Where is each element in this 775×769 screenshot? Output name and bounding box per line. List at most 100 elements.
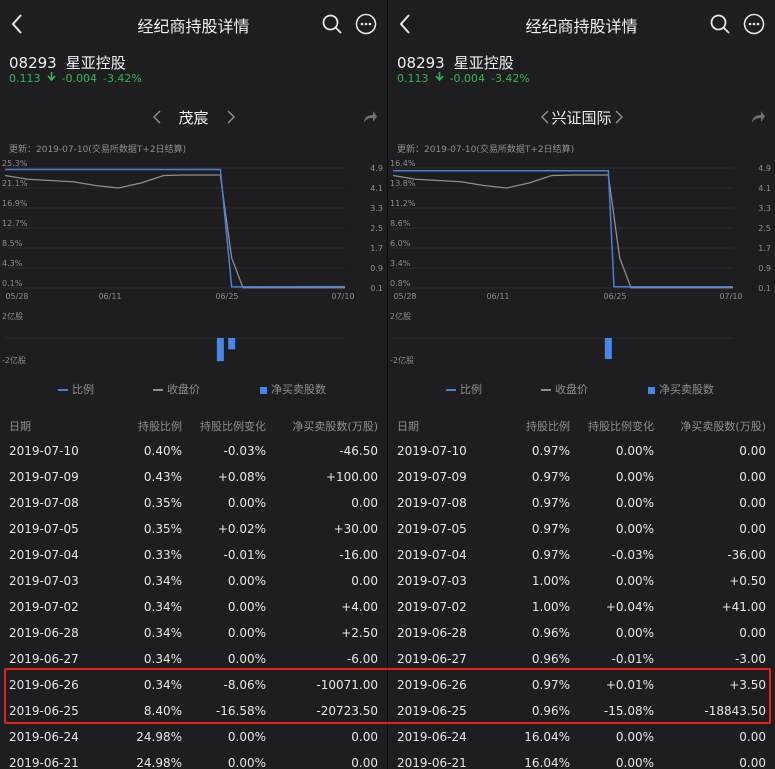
y-right-tick: 3.3 <box>758 204 771 213</box>
y-left-tick: 0.8% <box>390 279 411 288</box>
table-row[interactable]: 2019-07-05 0.35% +0.02% +30.00 <box>0 516 387 542</box>
row-ratio: 16.04% <box>524 756 570 769</box>
arrow-down-icon <box>434 72 444 82</box>
legend-close-label: 收盘价 <box>167 383 200 396</box>
y-left-tick: 8.6% <box>390 219 411 228</box>
row-ratio: 0.34% <box>143 652 182 666</box>
chevron-right-icon[interactable] <box>612 108 626 126</box>
table-row[interactable]: 2019-07-03 1.00% 0.00% +0.50 <box>388 568 775 594</box>
row-ratio: 1.00% <box>531 574 570 588</box>
share-icon[interactable] <box>362 109 378 125</box>
series-close-line <box>392 174 733 289</box>
row-date: 2019-07-03 <box>9 574 79 588</box>
y-right-tick: 0.9 <box>758 264 771 273</box>
y-right-tick: 4.9 <box>758 164 771 173</box>
table-row[interactable]: 2019-07-05 0.97% 0.00% 0.00 <box>388 516 775 542</box>
row-ratio: 0.96% <box>531 652 570 666</box>
x-tick: 06/25 <box>215 292 238 301</box>
row-ratio-change: 0.00% <box>615 626 654 640</box>
table-row[interactable]: 2019-06-28 0.96% 0.00% 0.00 <box>388 620 775 646</box>
row-ratio: 0.35% <box>143 496 182 510</box>
row-net-shares: 0.00 <box>739 522 766 536</box>
broker-panel-left: 经纪商持股详情 08293 星亚控股 0.113 -0.004 -3.42% 茂宸 更… <box>0 0 387 769</box>
row-ratio-change: 0.00% <box>615 496 654 510</box>
search-icon[interactable] <box>708 12 732 36</box>
table-row[interactable]: 2019-06-21 24.98% 0.00% 0.00 <box>0 750 387 769</box>
y-left-tick: 12.7% <box>2 219 28 228</box>
row-ratio-change: -0.01% <box>223 548 266 562</box>
y-right-tick: 2.5 <box>758 224 771 233</box>
row-date: 2019-07-04 <box>397 548 467 562</box>
price-value: 0.113 <box>397 72 429 85</box>
row-ratio-change: 0.00% <box>615 444 654 458</box>
y-right-tick: 4.1 <box>758 184 771 193</box>
net-bar <box>228 338 236 350</box>
net-tick-bottom: -2亿股 <box>2 355 26 365</box>
x-tick: 06/25 <box>603 292 626 301</box>
stock-name: 星亚控股 <box>453 54 514 72</box>
share-icon[interactable] <box>750 109 766 125</box>
table-row[interactable]: 2019-06-21 16.04% 0.00% 0.00 <box>388 750 775 769</box>
row-date: 2019-07-08 <box>397 496 467 510</box>
y-right-tick: 0.9 <box>370 264 383 273</box>
price-change: -0.004 <box>449 72 485 85</box>
row-ratio: 24.98% <box>136 730 182 744</box>
table-row[interactable]: 2019-07-09 0.43% +0.08% +100.00 <box>0 464 387 490</box>
top-bar: 经纪商持股详情 <box>388 0 775 48</box>
row-ratio: 24.98% <box>136 756 182 769</box>
stock-identity: 08293 星亚控股 <box>9 52 135 73</box>
row-ratio: 0.34% <box>143 574 182 588</box>
col-date: 日期 <box>397 420 419 433</box>
row-net-shares: 0.00 <box>351 496 378 510</box>
chevron-right-icon[interactable] <box>224 108 238 126</box>
row-date: 2019-06-28 <box>9 626 79 640</box>
row-date: 2019-07-02 <box>9 600 79 614</box>
table-row[interactable]: 2019-06-24 16.04% 0.00% 0.00 <box>388 724 775 750</box>
table-row[interactable]: 2019-07-02 0.34% 0.00% +4.00 <box>0 594 387 620</box>
row-ratio-change: -0.01% <box>611 652 654 666</box>
table-row[interactable]: 2019-07-03 0.34% 0.00% 0.00 <box>0 568 387 594</box>
table-row[interactable]: 2019-07-04 0.33% -0.01% -16.00 <box>0 542 387 568</box>
row-ratio-change: 0.00% <box>227 626 266 640</box>
row-date: 2019-07-10 <box>9 444 79 458</box>
row-ratio-change: 0.00% <box>615 574 654 588</box>
net-tick-top: 2亿股 <box>390 311 411 321</box>
table-row[interactable]: 2019-07-08 0.97% 0.00% 0.00 <box>388 490 775 516</box>
row-date: 2019-07-03 <box>397 574 467 588</box>
row-ratio-change: 0.00% <box>227 574 266 588</box>
x-tick: 07/10 <box>719 292 742 301</box>
row-date: 2019-07-04 <box>9 548 79 562</box>
row-ratio-change: 0.00% <box>227 600 266 614</box>
row-ratio: 1.00% <box>531 600 570 614</box>
table-row[interactable]: 2019-07-10 0.40% -0.03% -46.50 <box>0 438 387 464</box>
legend-ratio-label: 比例 <box>460 383 482 396</box>
legend-swatch-ratio <box>58 389 68 391</box>
row-date: 2019-07-10 <box>397 444 467 458</box>
net-bar <box>216 338 224 362</box>
more-dots-icon[interactable] <box>354 12 378 36</box>
more-dots-icon[interactable] <box>742 12 766 36</box>
table-row[interactable]: 2019-06-24 24.98% 0.00% 0.00 <box>0 724 387 750</box>
y-left-tick: 4.3% <box>2 259 23 268</box>
search-icon[interactable] <box>320 12 344 36</box>
top-bar: 经纪商持股详情 <box>0 0 387 48</box>
table-row[interactable]: 2019-07-04 0.97% -0.03% -36.00 <box>388 542 775 568</box>
row-ratio: 0.97% <box>531 548 570 562</box>
row-date: 2019-06-24 <box>9 730 79 744</box>
row-ratio: 0.96% <box>531 626 570 640</box>
broker-switcher: 茂宸 <box>0 106 387 128</box>
y-left-tick: 0.1% <box>2 279 23 288</box>
y-right-tick: 3.3 <box>370 204 383 213</box>
row-date: 2019-06-27 <box>9 652 79 666</box>
row-net-shares: +4.00 <box>341 600 378 614</box>
row-ratio: 0.40% <box>143 444 182 458</box>
y-right-tick: 0.1 <box>370 284 383 293</box>
legend-swatch-net <box>260 386 267 394</box>
table-row[interactable]: 2019-07-02 1.00% +0.04% +41.00 <box>388 594 775 620</box>
table-row[interactable]: 2019-07-10 0.97% 0.00% 0.00 <box>388 438 775 464</box>
price-value: 0.113 <box>9 72 41 85</box>
table-row[interactable]: 2019-07-08 0.35% 0.00% 0.00 <box>0 490 387 516</box>
table-header: 日期 持股比例 持股比例变化 净买卖股数(万股) <box>388 410 775 438</box>
table-row[interactable]: 2019-07-09 0.97% 0.00% 0.00 <box>388 464 775 490</box>
table-row[interactable]: 2019-06-28 0.34% 0.00% +2.50 <box>0 620 387 646</box>
